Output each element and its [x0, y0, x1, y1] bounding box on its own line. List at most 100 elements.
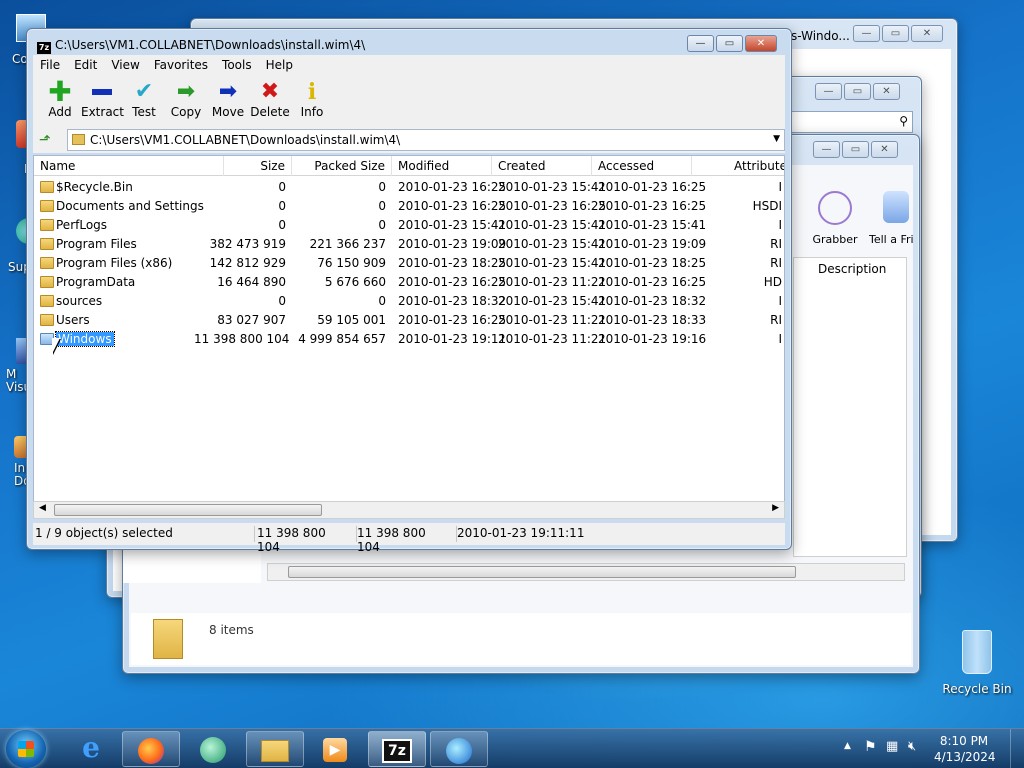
table-row[interactable]: Users 83 027 907 59 105 001 2010-01-23 1…: [34, 311, 784, 330]
minus-icon: [81, 79, 123, 105]
maximize-button[interactable]: ▭: [882, 25, 909, 42]
table-row[interactable]: Documents and Settings 0 0 2010-01-23 16…: [34, 197, 784, 216]
folder-up-icon[interactable]: ⬏: [39, 132, 51, 148]
recycle-bin[interactable]: Recycle Bin: [942, 630, 1012, 696]
scrollbar-thumb[interactable]: [54, 504, 322, 516]
table-row[interactable]: PerfLogs 0 0 2010-01-23 15:41 2010-01-23…: [34, 216, 784, 235]
menu-file[interactable]: File: [33, 55, 67, 75]
column-header-modified[interactable]: Modified: [392, 156, 492, 176]
toolbar-grabber[interactable]: Grabber: [809, 191, 861, 246]
start-button[interactable]: [6, 730, 46, 768]
file-list[interactable]: Name Size Packed Size Modified Created A…: [33, 155, 785, 519]
row-created: 2010-01-23 11:21: [498, 313, 607, 327]
row-attr: HD: [763, 275, 782, 289]
status-packed: 11 398 800 104: [357, 526, 457, 554]
test-button[interactable]: ✔ Test: [123, 75, 165, 127]
info-icon: i: [307, 79, 317, 105]
column-header-packed-size[interactable]: Packed Size: [292, 156, 392, 176]
sevenzip-icon: 7z: [382, 738, 412, 763]
row-size: 16 464 890: [217, 275, 286, 289]
network-icon[interactable]: ▦: [886, 739, 898, 754]
show-hidden-icons-icon[interactable]: ▲: [844, 741, 851, 751]
minimize-button[interactable]: —: [813, 141, 840, 158]
menu-help[interactable]: Help: [259, 55, 300, 75]
delete-label: Delete: [250, 105, 290, 119]
table-row-selected[interactable]: Windows 11 398 800 104 4 999 854 657 201…: [34, 330, 784, 349]
move-button[interactable]: ➡ Move: [207, 75, 249, 127]
row-modified: 2010-01-23 16:25: [398, 180, 507, 194]
close-button[interactable]: ✕: [871, 141, 898, 158]
menu-edit[interactable]: Edit: [67, 55, 104, 75]
scroll-left-icon[interactable]: ◀: [39, 503, 46, 513]
close-button[interactable]: ✕: [745, 35, 777, 52]
sevenzip-window[interactable]: 7z C:\Users\VM1.COLLABNET\Downloads\insta…: [26, 28, 792, 554]
column-headers: Name Size Packed Size Modified Created A…: [34, 156, 784, 176]
taskbar-7zip[interactable]: 7z: [368, 731, 426, 767]
table-row[interactable]: Program Files (x86) 142 812 929 76 150 9…: [34, 254, 784, 273]
taskbar-explorer[interactable]: [246, 731, 304, 767]
menu-favorites[interactable]: Favorites: [147, 55, 215, 75]
taskbar: e ▶ 7z ▲ ⚑ ▦ 🔇︎ 8:10 PM 4/13/2024: [0, 728, 1024, 768]
chevron-down-icon[interactable]: ▼: [773, 134, 780, 144]
column-header-created[interactable]: Created: [492, 156, 592, 176]
table-row[interactable]: Program Files 382 473 919 221 366 237 20…: [34, 235, 784, 254]
minimize-button[interactable]: —: [853, 25, 880, 42]
move-label: Move: [211, 105, 245, 119]
add-label: Add: [48, 105, 72, 119]
scroll-right-icon[interactable]: ▶: [772, 503, 779, 513]
horizontal-scrollbar[interactable]: ◀ ▶: [33, 501, 785, 519]
action-center-flag-icon[interactable]: ⚑: [864, 739, 877, 755]
maximize-button[interactable]: ▭: [844, 83, 871, 100]
search-box[interactable]: ⚲: [791, 111, 913, 133]
column-header-description[interactable]: Description: [818, 262, 886, 276]
taskbar-firefox[interactable]: [122, 731, 180, 767]
status-size: 11 398 800 104: [257, 526, 357, 554]
scrollbar-thumb[interactable]: [288, 566, 796, 578]
copy-button[interactable]: ➡ Copy: [165, 75, 207, 127]
taskbar-app[interactable]: [184, 731, 242, 767]
taskbar-media[interactable]: ▶: [306, 731, 364, 767]
table-row[interactable]: $Recycle.Bin 0 0 2010-01-23 16:25 2010-0…: [34, 178, 784, 197]
status-modified: 2010-01-23 19:11:11: [457, 526, 585, 540]
windows-logo-icon: [18, 741, 34, 757]
window-controls: — ▭ ✕: [813, 141, 898, 158]
info-button[interactable]: i Info: [291, 75, 333, 127]
menu-tools[interactable]: Tools: [215, 55, 259, 75]
folder-icon: [40, 295, 54, 307]
table-row[interactable]: sources 0 0 2010-01-23 18:32 2010-01-23 …: [34, 292, 784, 311]
column-header-attributes[interactable]: Attribute: [728, 156, 784, 176]
row-created: 2010-01-23 15:41: [498, 256, 607, 270]
extract-label: Extract: [81, 105, 124, 119]
horizontal-scrollbar[interactable]: [267, 563, 905, 581]
minimize-button[interactable]: —: [687, 35, 714, 52]
taskbar-internet-explorer[interactable]: e: [62, 731, 120, 767]
toolbar-label: Tell a Fri: [869, 233, 914, 246]
clock[interactable]: 8:10 PM 4/13/2024: [934, 733, 996, 765]
maximize-button[interactable]: ▭: [842, 141, 869, 158]
list-pane: Description: [793, 257, 907, 557]
table-row[interactable]: ProgramData 16 464 890 5 676 660 2010-01…: [34, 273, 784, 292]
delete-button[interactable]: ✖ Delete: [249, 75, 291, 127]
window-title-bar[interactable]: 7z C:\Users\VM1.COLLABNET\Downloads\insta…: [37, 38, 365, 54]
show-desktop-button[interactable]: [1010, 729, 1024, 768]
toolbar-label: Grabber: [812, 233, 858, 246]
close-button[interactable]: ✕: [911, 25, 943, 42]
row-name: PerfLogs: [56, 218, 108, 232]
add-button[interactable]: ✚ Add: [39, 75, 81, 127]
menu-view[interactable]: View: [104, 55, 146, 75]
toolbar: ✚ Add Extract ✔ Test ➡ Copy ➡ Move ✖ Del…: [33, 75, 785, 127]
column-header-accessed[interactable]: Accessed: [592, 156, 692, 176]
column-header-size[interactable]: Size: [224, 156, 292, 176]
maximize-button[interactable]: ▭: [716, 35, 743, 52]
row-attr: I: [778, 218, 782, 232]
row-accessed: 2010-01-23 16:25: [598, 180, 707, 194]
close-button[interactable]: ✕: [873, 83, 900, 100]
taskbar-download-manager[interactable]: [430, 731, 488, 767]
minimize-button[interactable]: —: [815, 83, 842, 100]
extract-button[interactable]: Extract: [81, 75, 124, 127]
row-modified: 2010-01-23 18:32: [398, 294, 507, 308]
column-header-name[interactable]: Name: [34, 156, 224, 176]
address-input[interactable]: C:\Users\VM1.COLLABNET\Downloads\install…: [67, 129, 785, 151]
toolbar-tell-a-friend[interactable]: Tell a Fri: [869, 191, 915, 246]
volume-muted-icon[interactable]: 🔇︎: [908, 739, 916, 754]
